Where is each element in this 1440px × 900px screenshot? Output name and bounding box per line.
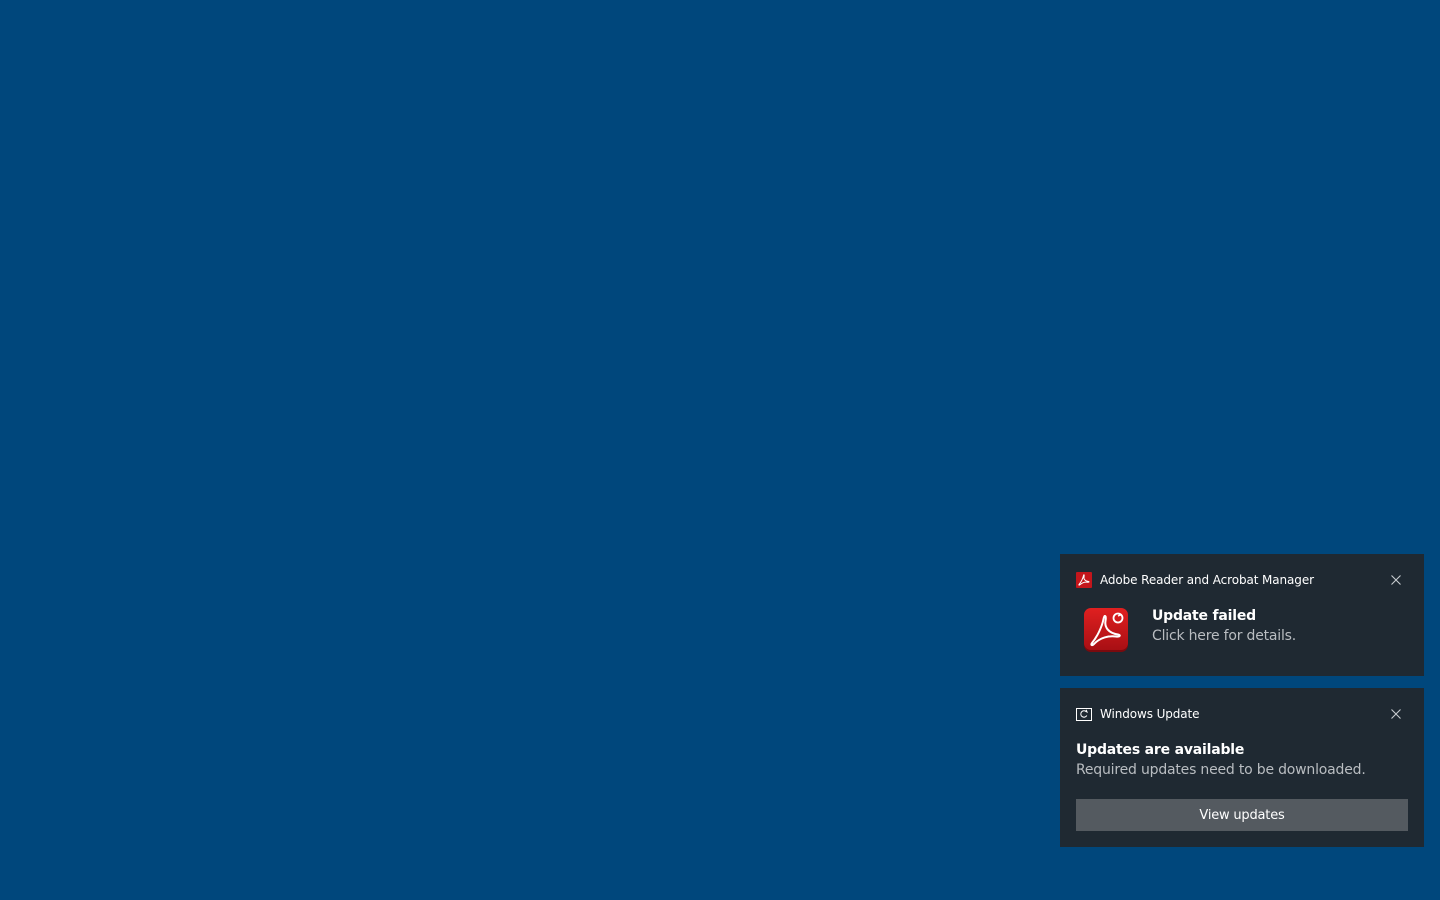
- notification-body: Click here for details.: [1152, 628, 1296, 644]
- notification-header: Adobe Reader and Acrobat Manager: [1076, 572, 1314, 588]
- app-name: Windows Update: [1100, 707, 1200, 721]
- adobe-update-notification[interactable]: Adobe Reader and Acrobat Manager Update …: [1060, 554, 1424, 676]
- adobe-acrobat-icon: [1076, 572, 1092, 588]
- close-icon: [1391, 575, 1401, 585]
- notification-body: Required updates need to be downloaded.: [1076, 762, 1366, 778]
- close-icon: [1391, 709, 1401, 719]
- windows-update-icon: [1076, 706, 1092, 722]
- notification-content: Update failed Click here for details.: [1152, 606, 1296, 646]
- notification-content: Updates are available Required updates n…: [1076, 740, 1366, 780]
- adobe-acrobat-large-icon: [1082, 606, 1130, 654]
- view-updates-button[interactable]: View updates: [1076, 799, 1408, 831]
- notification-title: Updates are available: [1076, 742, 1245, 758]
- notification-header: Windows Update: [1076, 706, 1200, 722]
- windows-update-notification[interactable]: Windows Update Updates are available Req…: [1060, 688, 1424, 847]
- app-name: Adobe Reader and Acrobat Manager: [1100, 573, 1314, 587]
- notification-title: Update failed: [1152, 608, 1256, 624]
- close-button[interactable]: [1386, 570, 1406, 590]
- close-button[interactable]: [1386, 704, 1406, 724]
